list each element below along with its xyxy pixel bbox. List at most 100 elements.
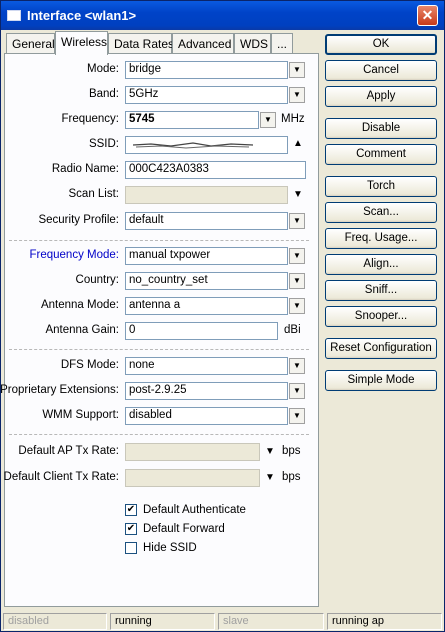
country-dropdown-button[interactable]: ▼ [289,273,305,289]
disable-button[interactable]: Disable [325,118,437,139]
radio-name-input[interactable]: 000C423A0383 [125,161,306,179]
default-client-tx-rate-input[interactable] [125,469,260,487]
proprietary-extensions-select[interactable]: post-2.9.25 [125,382,288,400]
ssid-label-wrap: SSID: [1,138,119,154]
frequency-mode-label-wrap: Frequency Mode: [1,249,120,265]
mode-label: Mode: [87,63,119,75]
chevron-down-icon: ▼ [293,386,301,395]
snooper-button[interactable]: Snooper... [325,306,437,327]
scan-list-label-wrap: Scan List: [1,188,120,204]
security-profile-dropdown-button[interactable]: ▼ [289,213,305,229]
frequency-label: Frequency: [61,113,119,125]
default-ap-tx-rate-dropdown-icon[interactable]: ▼ [265,446,275,457]
cancel-button[interactable]: Cancel [325,60,437,81]
default-ap-tx-rate-input[interactable] [125,443,260,461]
band-dropdown-button[interactable]: ▼ [289,87,305,103]
hide-ssid-label: Hide SSID [143,542,197,554]
antenna-mode-dropdown-button[interactable]: ▼ [289,298,305,314]
country-label: Country: [75,274,119,286]
chevron-down-icon: ▼ [293,361,301,370]
antenna-gain-input[interactable]: 0 [125,322,278,340]
frequency-mode-dropdown-button[interactable]: ▼ [289,248,305,264]
comment-button[interactable]: Comment [325,144,437,165]
hide-ssid-checkbox[interactable] [125,542,137,554]
ssid-label: SSID: [88,138,119,150]
tab-data-rates[interactable]: Data Rates [108,33,174,53]
scan-list-select[interactable] [125,186,288,204]
chevron-down-icon: ▼ [293,276,301,285]
proprietary-extensions-label: Proprietary Extensions: [0,384,119,396]
band-label: Band: [88,88,119,100]
proprietary-extensions-label-wrap: Proprietary Extensions: [0,384,119,400]
tab-advanced[interactable]: Advanced [172,33,234,53]
chevron-down-icon: ▼ [293,301,301,310]
status-bar: disabled running slave running ap [1,611,444,631]
section-divider [9,240,309,241]
frequency-select[interactable]: 5745 [125,111,259,129]
frequency-mode-select[interactable]: manual txpower [125,247,288,265]
wmm-support-label-wrap: WMM Support: [1,409,119,425]
ssid-collapse-icon[interactable]: ▲ [293,138,303,149]
antenna-mode-label-wrap: Antenna Mode: [1,299,119,315]
status-mode: running ap [327,613,442,630]
antenna-mode-select[interactable]: antenna a [125,297,288,315]
scan-list-dropdown-icon[interactable]: ▼ [293,189,303,200]
mode-label-wrap: Mode: [1,63,119,79]
default-ap-tx-rate-label-wrap: Default AP Tx Rate: [1,445,119,461]
country-label-wrap: Country: [1,274,119,290]
chevron-down-icon: ▼ [293,251,301,260]
antenna-mode-label: Antenna Mode: [40,299,119,311]
frequency-dropdown-button[interactable]: ▼ [260,112,276,128]
security-profile-label: Security Profile: [38,214,119,226]
apply-button[interactable]: Apply [325,86,437,107]
default-authenticate-label: Default Authenticate [143,504,246,516]
tab-wds[interactable]: WDS [234,33,271,53]
scan-button[interactable]: Scan... [325,202,437,223]
status-slave: slave [218,613,324,630]
ok-button[interactable]: OK [325,34,437,55]
close-button[interactable]: ✕ [417,5,438,26]
section-divider [9,349,309,350]
tab-wireless[interactable]: Wireless [55,31,108,55]
scan-list-label: Scan List: [68,188,120,200]
wmm-support-select[interactable]: disabled [125,407,288,425]
proprietary-extensions-dropdown-button[interactable]: ▼ [289,383,305,399]
simple-mode-button[interactable]: Simple Mode [325,370,437,391]
status-enabled: disabled [3,613,107,630]
security-profile-label-wrap: Security Profile: [1,214,119,230]
default-forward-checkbox[interactable]: ✔ [125,523,137,535]
align-button[interactable]: Align... [325,254,437,275]
default-forward-label: Default Forward [143,523,225,535]
dfs-mode-label-wrap: DFS Mode: [1,359,119,375]
default-client-tx-rate-unit: bps [282,471,301,483]
reset-configuration-button[interactable]: Reset Configuration [325,338,437,359]
frequency-label-wrap: Frequency: [1,113,119,129]
radio-name-label: Radio Name: [51,163,119,175]
security-profile-select[interactable]: default [125,212,288,230]
tab-general[interactable]: General [6,33,55,53]
interface-window: Interface <wlan1> ✕ General Wireless Dat… [0,0,445,632]
band-select[interactable]: 5GHz [125,86,288,104]
freq-usage-button[interactable]: Freq. Usage... [325,228,437,249]
mode-dropdown-button[interactable]: ▼ [289,62,305,78]
dfs-mode-label: DFS Mode: [60,359,119,371]
chevron-down-icon: ▼ [293,65,301,74]
section-divider [9,434,309,435]
title-bar[interactable]: Interface <wlan1> ✕ [1,1,444,30]
mode-select[interactable]: bridge [125,61,288,79]
default-client-tx-rate-dropdown-icon[interactable]: ▼ [265,472,275,483]
chevron-down-icon: ▼ [293,411,301,420]
default-authenticate-checkbox[interactable]: ✔ [125,504,137,516]
wmm-support-dropdown-button[interactable]: ▼ [289,408,305,424]
sniff-button[interactable]: Sniff... [325,280,437,301]
country-select[interactable]: no_country_set [125,272,288,290]
default-ap-tx-rate-unit: bps [282,445,301,457]
torch-button[interactable]: Torch [325,176,437,197]
chevron-down-icon: ▼ [264,115,272,124]
window-icon [7,10,21,21]
chevron-down-icon: ▼ [293,90,301,99]
dfs-mode-select[interactable]: none [125,357,288,375]
dfs-mode-dropdown-button[interactable]: ▼ [289,358,305,374]
tab-more[interactable]: ... [271,33,293,53]
frequency-unit: MHz [281,113,305,125]
